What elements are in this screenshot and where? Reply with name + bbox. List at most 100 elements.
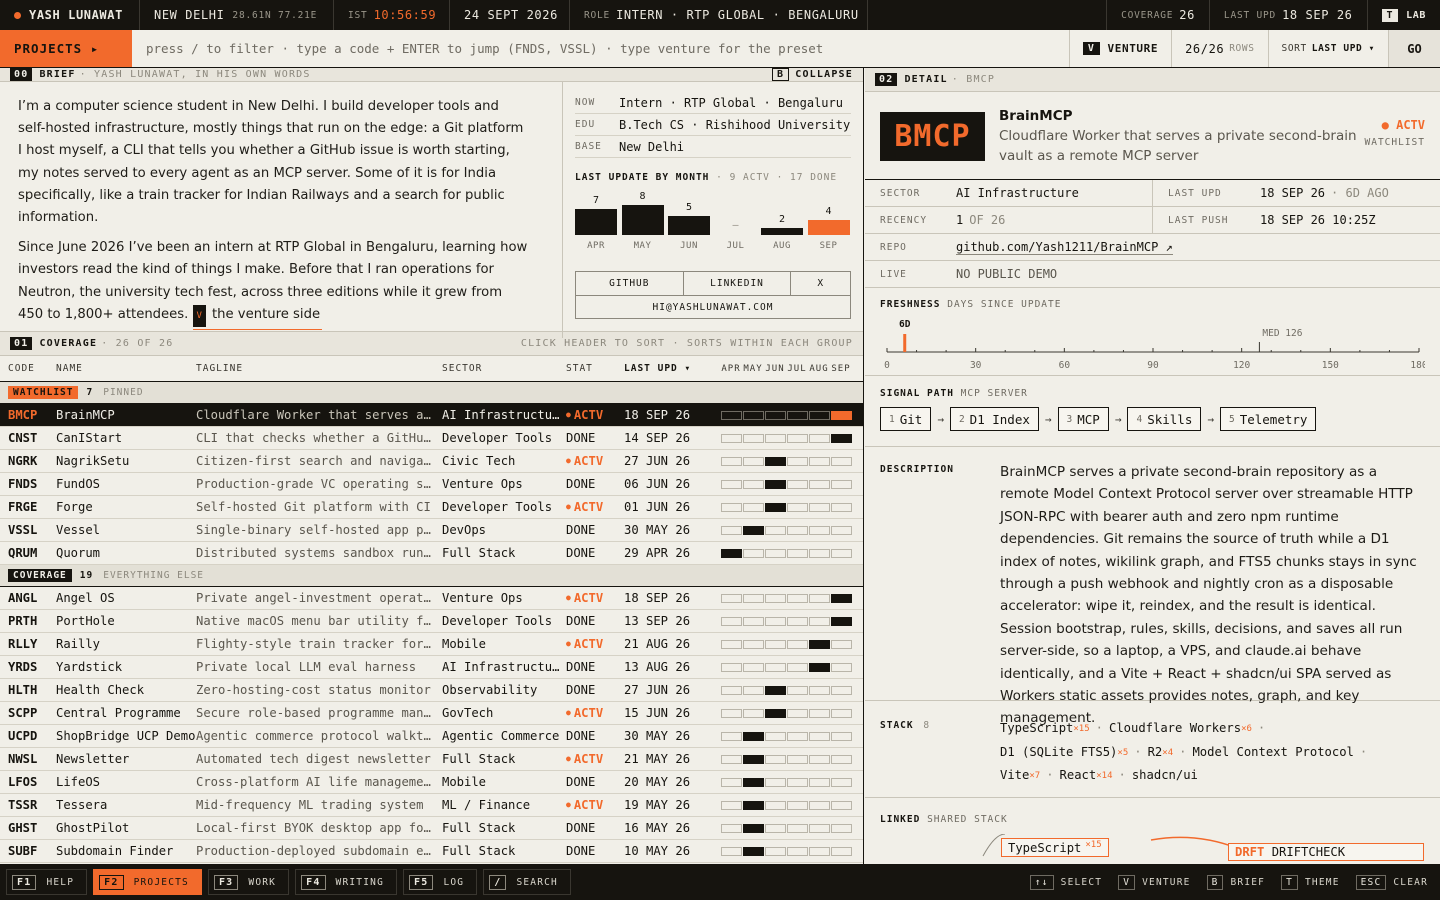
footer-tab-log[interactable]: F5 LOG	[402, 869, 478, 895]
row-tagline: Private angel-investment operating syste…	[196, 591, 442, 605]
table-row[interactable]: ANGL Angel OS Private angel-investment ope…	[0, 587, 863, 610]
footer-tab-work[interactable]: F3 WORK	[207, 869, 290, 895]
month-cell	[809, 777, 830, 787]
filter-input[interactable]	[132, 30, 1069, 67]
table-row[interactable]: HLTH Health Check Zero-hosting-cost status…	[0, 679, 863, 702]
venture-preset-button[interactable]: V VENTURE	[1068, 30, 1171, 67]
github-link[interactable]: GITHUB	[576, 272, 684, 295]
owner-name: YASH LUNAWAT	[0, 0, 140, 30]
venture-side-link[interactable]: Vthe venture side	[192, 304, 323, 331]
signal-step-number: 1	[889, 413, 895, 425]
linkedin-link[interactable]: LINKEDIN	[684, 272, 792, 295]
footer-tab-projects[interactable]: F2 PROJECTS	[93, 869, 202, 895]
row-code: YRDS	[8, 660, 38, 674]
row-status: ACTV	[566, 637, 624, 651]
month-cell	[809, 800, 830, 810]
row-status: DONE	[566, 660, 596, 674]
row-name: Yardstick	[56, 660, 123, 674]
signal-step[interactable]: 1 Git	[880, 407, 932, 431]
table-row[interactable]: YRDS Yardstick Private local LLM eval harn…	[0, 656, 863, 679]
table-row[interactable]: FRGE Forge Self-hosted Git platform with C…	[0, 496, 863, 519]
table-row[interactable]: GHST GhostPilot Local-first BYOK desktop a…	[0, 817, 863, 840]
linked-edge	[1150, 836, 1238, 849]
group-header: COVERAGE 19 EVERYTHING ELSE	[0, 565, 863, 587]
signal-step[interactable]: 5 Telemetry	[1219, 407, 1317, 431]
table-row[interactable]: CNST CanIStart CLI that checks whether a G…	[0, 427, 863, 450]
col-code[interactable]: CODE	[0, 363, 56, 374]
table-row[interactable]: QRUM Quorum Distributed systems sandbox ru…	[0, 542, 863, 565]
month-cell	[721, 548, 742, 558]
signal-step[interactable]: 4 Skills	[1127, 407, 1202, 431]
table-row[interactable]: RLLY Railly Flighty-style train tracker fo…	[0, 633, 863, 656]
month-cell	[743, 548, 764, 558]
signal-step-label: Telemetry	[1239, 411, 1308, 427]
month-header: JUL	[787, 363, 807, 374]
repo-link[interactable]: github.com/Yash1211/BrainMCP ↗	[956, 240, 1173, 255]
footer-tab-help[interactable]: F1 HELP	[6, 869, 88, 895]
median-label: MED 126	[1262, 328, 1302, 339]
month-cell	[743, 525, 764, 535]
linked-node-typescript[interactable]: TypeScript ×15	[1001, 838, 1109, 858]
month-cell	[743, 479, 764, 489]
shortcut-brief[interactable]: B BRIEF	[1206, 874, 1266, 890]
row-sector: Developer Tools	[442, 500, 553, 514]
linked-node-driftcheck[interactable]: DRFT DRIFTCHECK	[1228, 843, 1424, 861]
month-cell	[743, 616, 764, 626]
last-push-field: LAST PUSH 18 SEP 26 10:25Z	[1168, 213, 1376, 227]
sort-select[interactable]: SORT LAST UPD ▾	[1267, 30, 1388, 67]
stack-item: Cloudflare Workers×6	[1109, 721, 1252, 735]
month-cell	[787, 479, 808, 489]
col-stat[interactable]: STAT	[566, 363, 624, 374]
signal-title: SIGNAL PATH MCP SERVER	[880, 388, 1028, 399]
project-name: BrainMCP	[999, 108, 1073, 124]
table-row[interactable]: VSSL Vessel Single-binary self-hosted app …	[0, 519, 863, 542]
row-status: DONE	[566, 821, 596, 835]
table-row[interactable]: SCPP Central Programme Secure role-based p…	[0, 702, 863, 725]
col-tagline[interactable]: TAGLINE	[196, 363, 442, 374]
shortcut-theme[interactable]: T THEME	[1281, 874, 1340, 890]
signal-step[interactable]: 2 D1 Index	[949, 407, 1039, 431]
stack-item-name: React	[1059, 768, 1097, 783]
month-header: AUG	[809, 363, 829, 374]
month-header: MAY	[743, 363, 763, 374]
x-link[interactable]: X	[791, 272, 850, 295]
projects-button[interactable]: PROJECTS ▸	[0, 30, 132, 67]
table-row[interactable]: TSSR Tessera Mid-frequency ML trading syst…	[0, 794, 863, 817]
collapse-button[interactable]: B COLLAPSE	[772, 68, 853, 81]
month-cell	[721, 708, 742, 718]
month-cell	[787, 754, 808, 764]
shortcut-label: THEME	[1305, 876, 1340, 888]
description-label: DESCRIPTION	[880, 464, 954, 475]
table-row[interactable]: SUBF Subdomain Finder Production-deployed …	[0, 840, 863, 863]
stack-item: TypeScript×15	[1000, 721, 1090, 735]
row-month-strip	[714, 593, 863, 603]
scale-tick-label: 30	[970, 360, 982, 370]
shortcut-clear[interactable]: ESC CLEAR	[1355, 874, 1428, 890]
table-row[interactable]: NWSL Newsletter Automated tech digest news…	[0, 748, 863, 771]
row-month-strip	[714, 433, 863, 443]
lab-toggle[interactable]: T LAB	[1368, 0, 1440, 30]
table-row[interactable]: LFOS LifeOS Cross-platform AI life managem…	[0, 771, 863, 794]
table-row[interactable]: FNDS FundOS Production-grade VC operating …	[0, 473, 863, 496]
footer-tab-search[interactable]: / SEARCH	[483, 869, 571, 895]
scale-tick-label: 180	[1410, 360, 1425, 370]
footer-tab-writing[interactable]: F4 WRITING	[295, 869, 397, 895]
col-name[interactable]: NAME	[56, 363, 196, 374]
table-row[interactable]: PRTH PortHole Native macOS menu bar utilit…	[0, 610, 863, 633]
row-sector: Venture Ops	[442, 477, 523, 491]
signal-step[interactable]: 3 MCP	[1057, 407, 1109, 431]
email-link[interactable]: HI@YASHLUNAWAT.COM	[576, 296, 850, 318]
col-sector[interactable]: SECTOR	[442, 363, 566, 374]
month-bar	[575, 208, 617, 235]
shortcut-select[interactable]: ↑↓ SELECT	[1029, 874, 1102, 890]
col-last-upd[interactable]: LAST UPD ▾	[624, 363, 714, 374]
go-button[interactable]: GO	[1388, 30, 1440, 67]
table-row[interactable]: UCPD ShopBridge UCP Demo Agentic commerce …	[0, 725, 863, 748]
shortcut-venture[interactable]: V VENTURE	[1118, 874, 1190, 890]
coverage-table: CODE NAME TAGLINE SECTOR STAT LAST UPD ▾…	[0, 356, 863, 863]
brief-text: I’m a computer science student in New De…	[0, 82, 563, 339]
table-row[interactable]: NGRK NagrikSetu Citizen-first search and n…	[0, 450, 863, 473]
stack-item-count: ×4	[1162, 747, 1174, 758]
table-row[interactable]: BMCP BrainMCP Cloudflare Worker that serve…	[0, 404, 863, 427]
row-tagline: Local-first BYOK desktop app for intervi…	[196, 821, 442, 835]
